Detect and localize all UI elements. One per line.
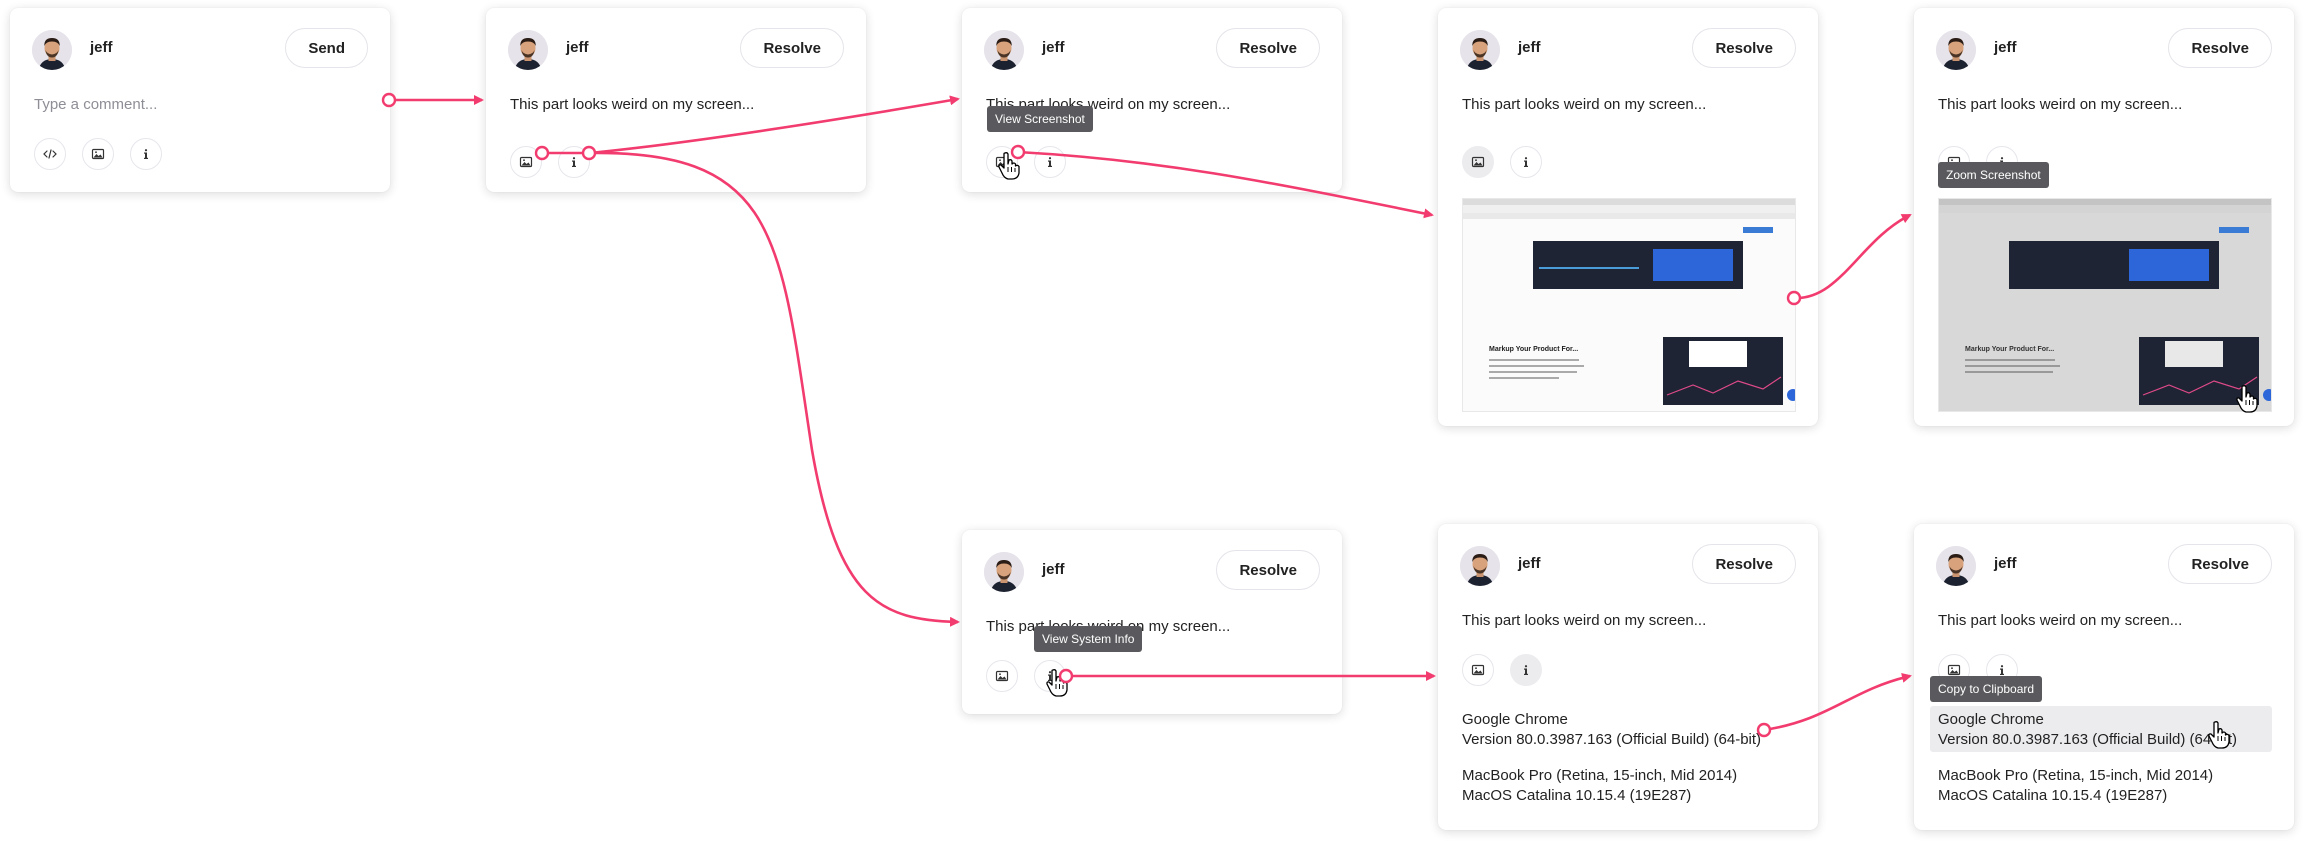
- username: jeff: [1518, 555, 1541, 572]
- system-info-button[interactable]: [1510, 654, 1542, 686]
- comment-card-screenshot: jeff Resolve This part looks weird on my…: [1438, 8, 1818, 426]
- avatar: [1936, 30, 1976, 70]
- resolve-button[interactable]: Resolve: [2168, 544, 2272, 584]
- device-info[interactable]: MacBook Pro (Retina, 15-inch, Mid 2014) …: [1938, 766, 2213, 806]
- avatar: [1460, 30, 1500, 70]
- username: jeff: [1042, 39, 1065, 56]
- screenshot-heading: Markup Your Product For...: [1965, 346, 2054, 353]
- image-icon: [1947, 663, 1961, 677]
- resolve-button[interactable]: Resolve: [1692, 28, 1796, 68]
- tooltip-zoom-screenshot: Zoom Screenshot: [1938, 162, 2049, 188]
- info-icon: [567, 155, 581, 169]
- info-icon: [1519, 155, 1533, 169]
- avatar: [1936, 546, 1976, 586]
- screenshot-preview: Markup Your Product For...: [1463, 199, 1795, 405]
- connector: [588, 151, 960, 627]
- screenshot-button[interactable]: [1462, 146, 1494, 178]
- comment-text: This part looks weird on my screen...: [510, 96, 755, 113]
- device-info[interactable]: MacBook Pro (Retina, 15-inch, Mid 2014) …: [1462, 766, 1737, 806]
- browser-version: Version 80.0.3987.163 (Official Build) (…: [1462, 731, 1762, 748]
- browser-version: Version 80.0.3987.163 (Official Build) (…: [1938, 731, 2238, 748]
- hand-cursor-icon: [996, 151, 1022, 181]
- image-icon: [519, 155, 533, 169]
- comment-text: This part looks weird on my screen...: [1938, 612, 2183, 629]
- screenshot-button[interactable]: [510, 146, 542, 178]
- hand-cursor-icon: [2206, 720, 2232, 750]
- username: jeff: [1994, 39, 2017, 56]
- comment-text: This part looks weird on my screen...: [1938, 96, 2183, 113]
- info-icon: [1043, 155, 1057, 169]
- screenshot-heading: Markup Your Product For...: [1489, 346, 1578, 353]
- browser-info[interactable]: Google Chrome Version 80.0.3987.163 (Off…: [1462, 710, 1761, 750]
- image-icon: [1471, 663, 1485, 677]
- comment-card-system-info-copy: jeff Resolve This part looks weird on my…: [1914, 524, 2294, 830]
- username: jeff: [1518, 39, 1541, 56]
- resolve-button[interactable]: Resolve: [1216, 550, 1320, 590]
- comment-card: jeff Resolve This part looks weird on my…: [486, 8, 866, 192]
- username: jeff: [566, 39, 589, 56]
- system-info-button[interactable]: [1510, 146, 1542, 178]
- tooltip-view-system-info: View System Info: [1034, 626, 1143, 652]
- info-icon: [139, 147, 153, 161]
- screenshot-thumbnail[interactable]: Markup Your Product For...: [1462, 198, 1796, 412]
- screenshot-thumbnail[interactable]: Markup Your Product For...: [1938, 198, 2272, 412]
- username: jeff: [1042, 561, 1065, 578]
- comment-input[interactable]: Type a comment...: [34, 96, 157, 113]
- resolve-button[interactable]: Resolve: [2168, 28, 2272, 68]
- system-info-button[interactable]: [1034, 146, 1066, 178]
- comment-card: jeff Resolve This part looks weird on my…: [962, 530, 1342, 714]
- screenshot-button[interactable]: [82, 138, 114, 170]
- resolve-button[interactable]: Resolve: [740, 28, 844, 68]
- resolve-button[interactable]: Resolve: [1692, 544, 1796, 584]
- tooltip-view-screenshot: View Screenshot: [987, 106, 1093, 132]
- browser-name: Google Chrome: [1462, 711, 1568, 728]
- screenshot-button[interactable]: [986, 660, 1018, 692]
- screenshot-preview: Markup Your Product For...: [1939, 199, 2271, 405]
- username: jeff: [1994, 555, 2017, 572]
- device-model: MacBook Pro (Retina, 15-inch, Mid 2014): [1462, 767, 1738, 784]
- device-model: MacBook Pro (Retina, 15-inch, Mid 2014): [1938, 767, 2214, 784]
- comment-text: This part looks weird on my screen...: [1462, 96, 1707, 113]
- avatar: [1460, 546, 1500, 586]
- os-version: MacOS Catalina 10.15.4 (19E287): [1462, 787, 1692, 804]
- comment-card-system-info: jeff Resolve This part looks weird on my…: [1438, 524, 1818, 830]
- comment-card: jeff Resolve This part looks weird on my…: [962, 8, 1342, 192]
- resolve-button[interactable]: Resolve: [1216, 28, 1320, 68]
- send-button[interactable]: Send: [285, 28, 368, 68]
- image-icon: [995, 669, 1009, 683]
- os-version: MacOS Catalina 10.15.4 (19E287): [1938, 787, 2168, 804]
- comment-composer-card: jeff Send Type a comment...: [10, 8, 390, 192]
- system-info-button[interactable]: [558, 146, 590, 178]
- hand-cursor-icon: [1044, 668, 1070, 698]
- comment-text: This part looks weird on my screen...: [1462, 612, 1707, 629]
- avatar: [984, 30, 1024, 70]
- info-icon: [1519, 663, 1533, 677]
- avatar: [984, 552, 1024, 592]
- code-icon: [43, 147, 57, 161]
- browser-info[interactable]: Google Chrome Version 80.0.3987.163 (Off…: [1938, 710, 2237, 750]
- avatar: [32, 30, 72, 70]
- browser-name: Google Chrome: [1938, 711, 2044, 728]
- hand-cursor-icon: [2234, 384, 2260, 414]
- info-icon: [1995, 663, 2009, 677]
- code-button[interactable]: [34, 138, 66, 170]
- username: jeff: [90, 39, 113, 56]
- comment-card-screenshot-zoom: jeff Resolve This part looks weird on my…: [1914, 8, 2294, 426]
- screenshot-button[interactable]: [1462, 654, 1494, 686]
- system-info-button[interactable]: [130, 138, 162, 170]
- image-icon: [91, 147, 105, 161]
- avatar: [508, 30, 548, 70]
- tooltip-copy-to-clipboard: Copy to Clipboard: [1930, 676, 2043, 702]
- image-icon: [1471, 155, 1485, 169]
